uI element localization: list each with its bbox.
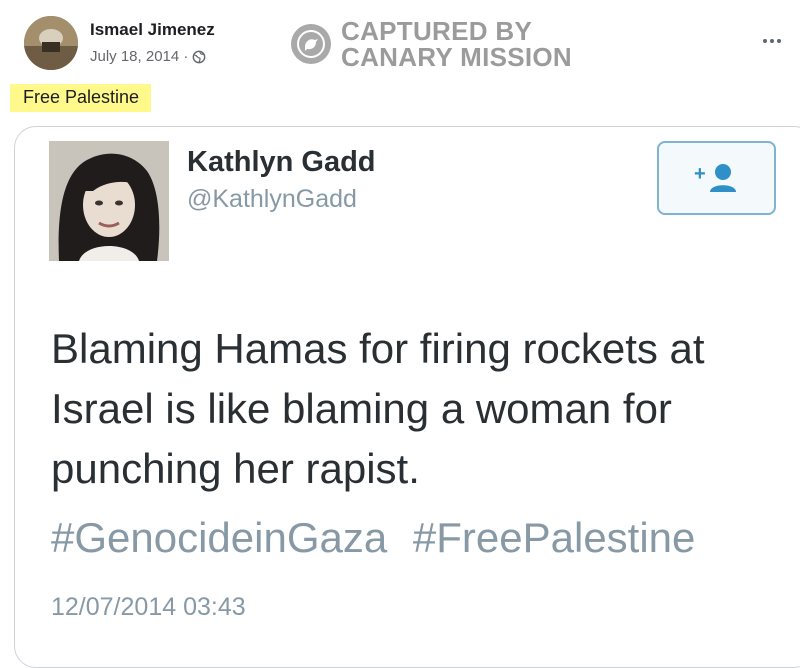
watermark-line-1: CAPTURED BY: [341, 16, 533, 46]
tweet-author-name[interactable]: Kathlyn Gadd: [187, 146, 376, 179]
post-meta: July 18, 2014 ·: [90, 48, 206, 65]
tweet-author-handle[interactable]: @KathlynGadd: [187, 185, 357, 214]
watermark-text: CAPTURED BY CANARY MISSION: [341, 18, 572, 70]
embedded-tweet: Kathlyn Gadd @KathlynGadd + Blaming Hama…: [14, 126, 800, 668]
author-avatar-image: [24, 16, 78, 70]
tweet-hashtags: #GenocideinGaza #FreePalestine: [51, 513, 709, 563]
globe-icon: [193, 50, 206, 63]
tweet-author-photo: [49, 141, 169, 261]
hashtag-genocide-in-gaza[interactable]: #GenocideinGaza: [51, 514, 387, 561]
canary-bird-icon: [291, 24, 331, 64]
post-text: Free Palestine: [10, 84, 152, 112]
canary-mission-watermark: CAPTURED BY CANARY MISSION: [291, 18, 572, 70]
hashtag-free-palestine[interactable]: #FreePalestine: [413, 514, 696, 561]
tweet-text: Blaming Hamas for firing rockets at Isra…: [51, 325, 705, 492]
more-options-icon[interactable]: [752, 26, 792, 56]
tweet-author-avatar: [49, 141, 169, 261]
author-avatar[interactable]: [24, 16, 78, 70]
post-author-name[interactable]: Ismael Jimenez: [90, 20, 215, 40]
tweet-timestamp[interactable]: 12/07/2014 03:43: [51, 593, 246, 622]
svg-text:+: +: [694, 163, 706, 185]
post-date[interactable]: July 18, 2014 ·: [90, 48, 188, 65]
watermark-line-2: CANARY MISSION: [341, 42, 573, 72]
follow-button[interactable]: +: [657, 141, 776, 215]
post-header: Ismael Jimenez July 18, 2014 · CAPTURED …: [0, 0, 800, 80]
add-user-icon: +: [694, 163, 736, 192]
